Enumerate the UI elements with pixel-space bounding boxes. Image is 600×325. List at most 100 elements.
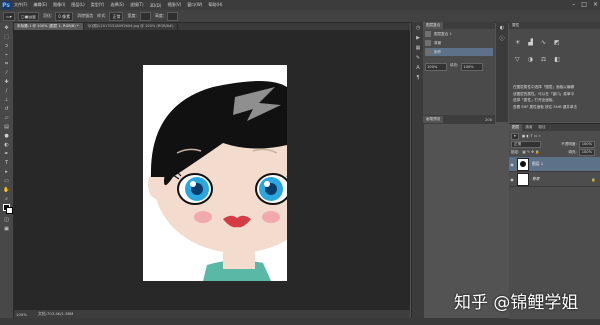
- comp-fill-field[interactable]: 100%: [461, 63, 484, 71]
- adjustment-icons-row-2: ▽ ◑ ⚖ ◧: [515, 56, 594, 63]
- layer-filter-select[interactable]: ▾: [511, 132, 519, 140]
- zoom-level[interactable]: 100%: [16, 312, 34, 317]
- layer-filter-icons[interactable]: ▣ ◐ T ▭ ⌗: [522, 134, 541, 138]
- marquee-icon[interactable]: ⬚: [2, 33, 11, 40]
- healing-icon[interactable]: ✚: [2, 78, 11, 85]
- properties-help-line: 该图层的属性。可以在「窗口」菜单中: [513, 91, 575, 96]
- foreground-background-colors-icon[interactable]: [2, 204, 13, 214]
- fill-input[interactable]: 100%: [578, 148, 595, 156]
- tab-layers[interactable]: 图层: [509, 124, 523, 131]
- lasso-icon[interactable]: ↄ: [2, 42, 11, 49]
- tab-channels[interactable]: 通道: [522, 124, 535, 131]
- brush-icon[interactable]: ∕: [2, 87, 11, 94]
- brush-presets-label[interactable]: 画笔预设: [423, 116, 444, 123]
- balance-icon[interactable]: ⚖: [541, 56, 546, 63]
- gradient-icon[interactable]: ▤: [2, 123, 11, 130]
- menu-file[interactable]: 文件(F): [14, 2, 27, 8]
- swatches-panel-icon[interactable]: ▦: [414, 45, 422, 52]
- type-icon[interactable]: T: [2, 159, 11, 166]
- comp-opacity-field[interactable]: 100%: [425, 63, 447, 71]
- vibrance-icon[interactable]: ▽: [515, 56, 520, 63]
- path-select-icon[interactable]: ▸: [2, 168, 11, 175]
- move-icon[interactable]: ✥: [2, 24, 11, 31]
- doc-tab-inactive[interactable]: QQ图片20170318092604.jpg @ 100% (RGB/8#): [84, 23, 179, 30]
- bw-icon[interactable]: ◧: [554, 56, 560, 63]
- properties-tab[interactable]: 属性: [509, 22, 600, 29]
- character-panel-icon[interactable]: A: [414, 65, 422, 72]
- menu-filter[interactable]: 滤镜(T): [130, 2, 144, 8]
- menu-window[interactable]: 窗口(W): [187, 2, 202, 8]
- brush-panel-icon[interactable]: ✎: [414, 55, 422, 62]
- blend-mode-select[interactable]: 正常: [511, 140, 541, 148]
- history-panel-icon[interactable]: ◷: [414, 25, 422, 32]
- watermark-text: 知乎 @锦鲤学姐: [454, 293, 579, 313]
- lock-icons[interactable]: ▦ ✎ ✥ 🔒: [522, 150, 539, 154]
- dodge-icon[interactable]: ◐: [2, 141, 11, 148]
- comp-thumbnail: [425, 31, 431, 37]
- quick-mask-icon[interactable]: ◫: [2, 216, 11, 223]
- menu-help[interactable]: 帮助(H): [208, 2, 222, 8]
- layer-comp-label: 图层复合 1: [434, 31, 452, 36]
- opacity-label: 不透明度:: [561, 141, 577, 146]
- visibility-eye-icon[interactable]: ◉: [509, 162, 515, 167]
- stamp-icon[interactable]: ⊥: [2, 96, 11, 103]
- window-controls: – □ ×: [572, 1, 598, 8]
- actions-panel-icon[interactable]: ▶: [414, 35, 422, 42]
- height-label: 高度:: [154, 13, 165, 18]
- fill-label: 填充:: [568, 149, 577, 154]
- maximize-icon[interactable]: □: [581, 1, 587, 8]
- layer-comp-item-selected[interactable]: 制作: [425, 48, 493, 56]
- menu-layer[interactable]: 图层(L): [71, 2, 84, 8]
- minimize-icon[interactable]: –: [572, 1, 575, 8]
- menu-view[interactable]: 视图(V): [167, 2, 181, 8]
- menu-select[interactable]: 选择(S): [110, 2, 124, 8]
- zoom-icon[interactable]: ⌕: [2, 195, 11, 202]
- opacity-input[interactable]: 100%: [578, 140, 595, 148]
- layer-comp-item[interactable]: 背景: [425, 39, 493, 47]
- tools-panel: ✥ ⬚ ↄ ⌁ ⌗ ⁄ ✚ ∕ ⊥ ↺ ▱ ▤ ● ◐ ✒ T ▸ ▭ ✋ ⌕ …: [0, 22, 14, 318]
- eraser-icon[interactable]: ▱: [2, 114, 11, 121]
- quick-select-icon[interactable]: ⌁: [2, 51, 11, 58]
- curves-icon[interactable]: ∿: [541, 39, 546, 46]
- layer-row-selected[interactable]: ◉ 图层 1: [509, 157, 600, 172]
- eyedropper-icon[interactable]: ⁄: [2, 69, 11, 76]
- paragraph-panel-icon[interactable]: ¶: [414, 75, 422, 82]
- menu-edit[interactable]: 编辑(E): [33, 2, 47, 8]
- brightness-icon[interactable]: ☀: [515, 39, 520, 46]
- properties-help-line: 选择「属性」打开此面板。: [513, 98, 557, 102]
- screen-mode-icon[interactable]: ▣: [2, 225, 11, 232]
- exposure-icon[interactable]: ◩: [554, 39, 560, 46]
- feather-input[interactable]: 0 像素: [55, 11, 74, 21]
- hand-icon[interactable]: ✋: [2, 186, 11, 193]
- menu-image[interactable]: 图像(I): [53, 2, 65, 8]
- crop-icon[interactable]: ⌗: [2, 60, 11, 67]
- width-input[interactable]: [139, 11, 151, 21]
- layer-comp-item[interactable]: 图层复合 1: [425, 30, 493, 38]
- menu-type[interactable]: 类型(Y): [91, 2, 105, 8]
- close-icon[interactable]: ×: [593, 1, 598, 8]
- visibility-eye-icon[interactable]: ◉: [509, 177, 515, 182]
- blur-icon[interactable]: ●: [2, 132, 11, 139]
- adjustments-panel-icon[interactable]: ◐: [498, 25, 506, 32]
- pen-icon[interactable]: ✒: [2, 150, 11, 157]
- shape-icon[interactable]: ▭: [2, 177, 11, 184]
- doc-tab-active[interactable]: 未标题-1 @ 100% (图层 1, RGB/8) *: [13, 23, 84, 30]
- layer-thumbnail: [517, 157, 529, 171]
- lock-label: 锁定:: [511, 149, 520, 154]
- style-select[interactable]: 正常: [109, 11, 124, 21]
- document-tabs: 未标题-1 @ 100% (图层 1, RGB/8) * QQ图片2017031…: [13, 23, 410, 30]
- height-input[interactable]: [167, 11, 179, 21]
- hue-icon[interactable]: ◑: [528, 56, 533, 63]
- layer-row[interactable]: ◉ 背景 🔒: [509, 172, 600, 187]
- document-canvas[interactable]: [143, 65, 287, 281]
- history-brush-icon[interactable]: ↺: [2, 105, 11, 112]
- properties-panel-icon[interactable]: ⓘ: [498, 35, 506, 42]
- antialias-checkbox[interactable]: 消除锯齿: [77, 13, 93, 19]
- levels-icon[interactable]: ▟: [528, 39, 533, 46]
- tab-paths[interactable]: 路径: [535, 124, 548, 131]
- menu-3d[interactable]: 3D(D): [150, 3, 162, 8]
- tool-preset-picker[interactable]: ▭▾: [3, 11, 15, 21]
- selection-mode-buttons[interactable]: ▢▣▤▥: [17, 11, 39, 21]
- tab-layer-comps[interactable]: 图层复合: [423, 22, 444, 29]
- brush-size-value: 200: [485, 117, 492, 122]
